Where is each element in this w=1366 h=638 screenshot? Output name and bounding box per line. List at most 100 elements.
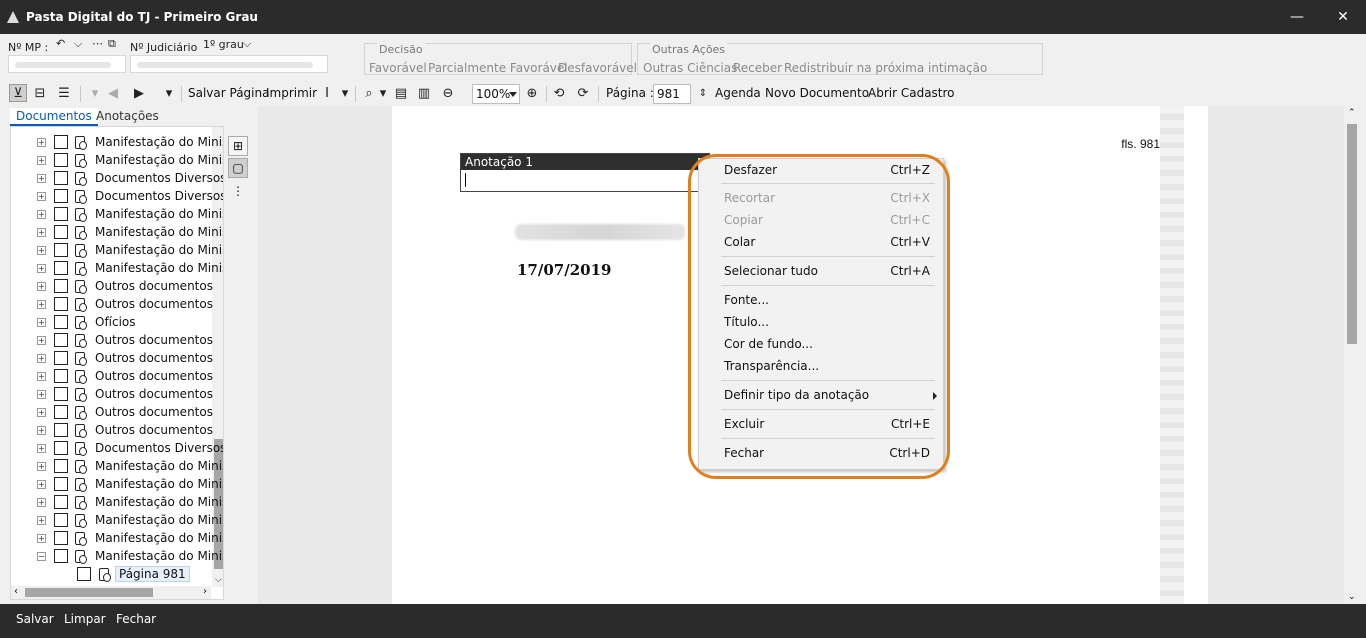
row-checkbox[interactable] — [54, 333, 68, 347]
receber-button[interactable]: Receber — [733, 61, 782, 75]
cursor-dropdown-icon[interactable]: ▾ — [336, 84, 354, 102]
row-checkbox[interactable] — [54, 495, 68, 509]
row-checkbox[interactable] — [54, 531, 68, 545]
limpar-button[interactable]: Limpar — [64, 612, 106, 626]
expand-icon[interactable]: + — [37, 335, 46, 345]
expand-icon[interactable]: + — [37, 407, 46, 417]
grau-select[interactable]: 1º grau — [203, 38, 244, 51]
row-checkbox[interactable] — [54, 171, 68, 185]
row-checkbox[interactable] — [54, 423, 68, 437]
tab-anotacoes[interactable]: Anotações — [90, 108, 165, 126]
previous-page-icon[interactable]: ◀ — [104, 84, 122, 102]
zoom-out-icon[interactable]: ⊖ — [439, 84, 457, 102]
tree-row[interactable]: + Manifestação do Minis — [11, 241, 223, 259]
tree-row[interactable]: + Manifestação do Minis — [11, 151, 223, 169]
undo-icon[interactable]: ↶ — [56, 37, 65, 50]
row-checkbox[interactable] — [54, 459, 68, 473]
save-page-button[interactable]: Salvar Página — [188, 86, 269, 100]
tree-row[interactable]: + Outros documentos — [11, 277, 213, 295]
parcialmente-favoravel-button[interactable]: Parcialmente Favorável — [428, 61, 568, 75]
expand-icon[interactable]: + — [37, 191, 46, 201]
row-checkbox[interactable] — [54, 135, 68, 149]
agenda-button[interactable]: Agenda — [715, 86, 761, 100]
row-checkbox[interactable] — [54, 405, 68, 419]
filter-icon[interactable]: ⊻ — [9, 84, 27, 102]
tree-hscroll-thumb[interactable] — [25, 588, 153, 597]
expand-icon[interactable]: + — [37, 209, 46, 219]
tree-row[interactable]: + Manifestação do Minis — [11, 205, 223, 223]
dropdown-icon[interactable]: ▾ — [86, 84, 104, 102]
tree-row-page[interactable]: Página 981 — [11, 565, 211, 583]
tree-row[interactable]: + Ofícios — [11, 313, 211, 331]
expand-icon[interactable]: + — [37, 353, 46, 363]
row-checkbox[interactable] — [54, 351, 68, 365]
redistribuir-button[interactable]: Redistribuir na próxima intimação — [784, 61, 987, 75]
row-checkbox[interactable] — [54, 261, 68, 275]
expand-icon[interactable]: + — [37, 227, 46, 237]
grau-dropdown-icon[interactable]: ⌵ — [243, 37, 251, 51]
expand-icon[interactable]: + — [37, 443, 46, 453]
hierarchy-icon[interactable]: ⋮ — [228, 182, 248, 202]
expand-icon[interactable]: + — [37, 371, 46, 381]
tree-horizontal-scrollbar[interactable]: ‹ › — [11, 586, 211, 599]
tree-row[interactable]: + Manifestação do Minis — [11, 223, 223, 241]
tree-row[interactable]: + Documentos Diversos — [11, 187, 223, 205]
next-page-icon[interactable]: ▶ — [130, 84, 148, 102]
expand-icon[interactable]: + — [37, 263, 46, 273]
row-checkbox[interactable] — [54, 549, 68, 563]
zoom-dropdown-icon[interactable]: ▾ — [374, 84, 392, 102]
favoravel-button[interactable]: Favorável — [369, 61, 427, 75]
row-checkbox[interactable] — [54, 369, 68, 383]
bookmark-icon[interactable]: ⧉ — [108, 37, 116, 51]
close-window-button[interactable]: ✕ — [1320, 0, 1366, 34]
scroll-up-icon[interactable]: ⌃ — [1348, 108, 1356, 118]
row-checkbox[interactable] — [54, 207, 68, 221]
nav-dropdown-icon[interactable]: ▾ — [160, 84, 178, 102]
tree-row[interactable]: + Manifestação do Minis — [11, 133, 223, 151]
fechar-button[interactable]: Fechar — [116, 612, 156, 626]
expand-icon[interactable]: + — [37, 497, 46, 507]
viewer-scroll-thumb[interactable] — [1347, 124, 1357, 344]
row-checkbox[interactable] — [54, 315, 68, 329]
page-checkbox[interactable] — [77, 567, 91, 581]
tree-row[interactable]: + Manifestação do Minis — [11, 259, 223, 277]
note-icon[interactable]: ▢ — [228, 158, 248, 178]
expand-icon[interactable]: + — [37, 515, 46, 525]
page-number-input[interactable]: 981 — [653, 84, 691, 104]
chevron-down-icon[interactable]: ⌵ — [74, 37, 82, 51]
tree-row[interactable]: + Manifestação do Minis — [11, 511, 223, 529]
new-document-button[interactable]: Novo Documento — [765, 86, 869, 100]
row-checkbox[interactable] — [54, 513, 68, 527]
row-checkbox[interactable] — [54, 477, 68, 491]
row-checkbox[interactable] — [54, 243, 68, 257]
viewer-vertical-scrollbar[interactable]: ⌃ ⌄ — [1344, 106, 1360, 604]
salvar-button[interactable]: Salvar — [16, 612, 54, 626]
zoom-select[interactable]: 100% — [472, 84, 520, 104]
tree-row[interactable]: + Outros documentos — [11, 349, 213, 367]
expand-icon[interactable]: + — [37, 245, 46, 255]
row-checkbox[interactable] — [54, 189, 68, 203]
scroll-right-icon[interactable]: › — [203, 586, 207, 597]
fit-page-icon[interactable]: ▥ — [415, 84, 433, 102]
expand-icon[interactable]: + — [37, 461, 46, 471]
tree-row[interactable]: + Outros documentos — [11, 421, 213, 439]
scroll-down-icon[interactable]: ⌵ — [215, 575, 222, 585]
row-checkbox[interactable] — [54, 153, 68, 167]
scroll-left-icon[interactable]: ‹ — [14, 586, 18, 597]
tree-row[interactable]: + Outros documentos — [11, 367, 213, 385]
row-checkbox[interactable] — [54, 441, 68, 455]
open-cadastro-button[interactable]: Abrir Cadastro — [868, 86, 955, 100]
row-checkbox[interactable] — [54, 387, 68, 401]
row-checkbox[interactable] — [54, 279, 68, 293]
outras-ciencias-button[interactable]: Outras Ciências — [643, 61, 737, 75]
annotation-box[interactable]: Anotação 1 — [460, 153, 710, 192]
expand-icon[interactable]: + — [37, 389, 46, 399]
tree-row[interactable]: + Documentos Diversos — [11, 439, 223, 457]
expand-icon[interactable]: + — [37, 155, 46, 165]
rotate-right-icon[interactable]: ⟳ — [574, 84, 592, 102]
rotate-left-icon[interactable]: ⟲ — [550, 84, 568, 102]
tree-row[interactable]: + Manifestação do Minis — [11, 529, 223, 547]
scroll-down-icon[interactable]: ⌄ — [1348, 592, 1356, 602]
tree-row[interactable]: + Manifestação do Minis — [11, 457, 223, 475]
tree-row[interactable]: + Outros documentos — [11, 403, 213, 421]
